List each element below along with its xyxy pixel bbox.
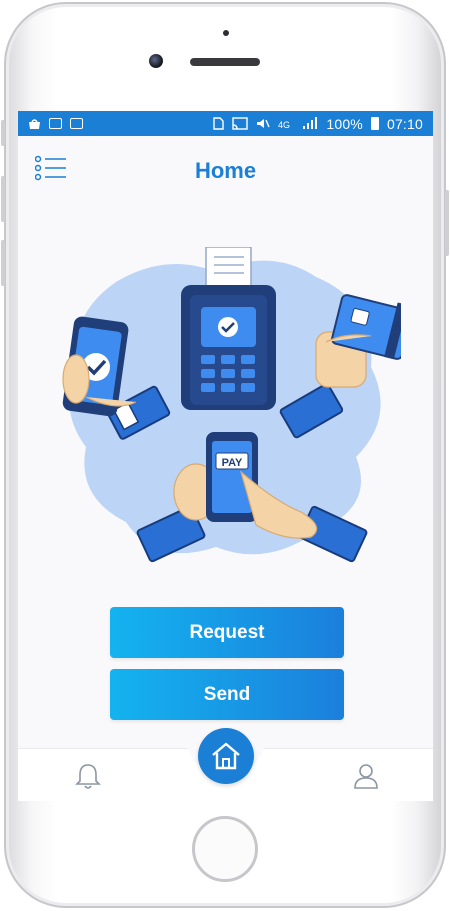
badge-icon (70, 118, 83, 129)
wifi-icon (49, 118, 62, 129)
home-button[interactable] (198, 728, 254, 784)
app-bar: Home (18, 136, 433, 201)
cast-icon (232, 117, 249, 130)
send-button[interactable]: Send (110, 669, 344, 720)
proximity-sensor (223, 30, 229, 36)
earpiece (190, 58, 260, 66)
user-icon[interactable] (352, 762, 380, 790)
bag-icon (29, 118, 40, 129)
signal-icon (303, 117, 318, 129)
pay-label: PAY (222, 457, 243, 469)
svg-text:4G: 4G (278, 120, 290, 130)
battery-percent: 100% (326, 115, 363, 132)
sim-icon (213, 117, 225, 130)
home-key[interactable] (192, 816, 258, 882)
status-bar: 4G 100% 07:10 (18, 111, 433, 136)
volume-down-button (1, 240, 5, 286)
payment-illustration: PAY (62, 247, 401, 563)
screen: 4G 100% 07:10 Home PAY Request Send (18, 111, 433, 801)
page-title: Home (194, 158, 257, 183)
network-4g-icon: 4G (278, 120, 290, 130)
power-button (445, 190, 449, 256)
mute-icon (257, 119, 270, 128)
request-button[interactable]: Request (110, 607, 344, 658)
silent-switch (1, 120, 5, 146)
bell-icon[interactable] (74, 762, 102, 790)
volume-up-button (1, 176, 5, 222)
front-camera (149, 54, 163, 68)
clock: 07:10 (386, 115, 423, 132)
battery-icon (370, 117, 379, 130)
home-icon (212, 742, 240, 770)
